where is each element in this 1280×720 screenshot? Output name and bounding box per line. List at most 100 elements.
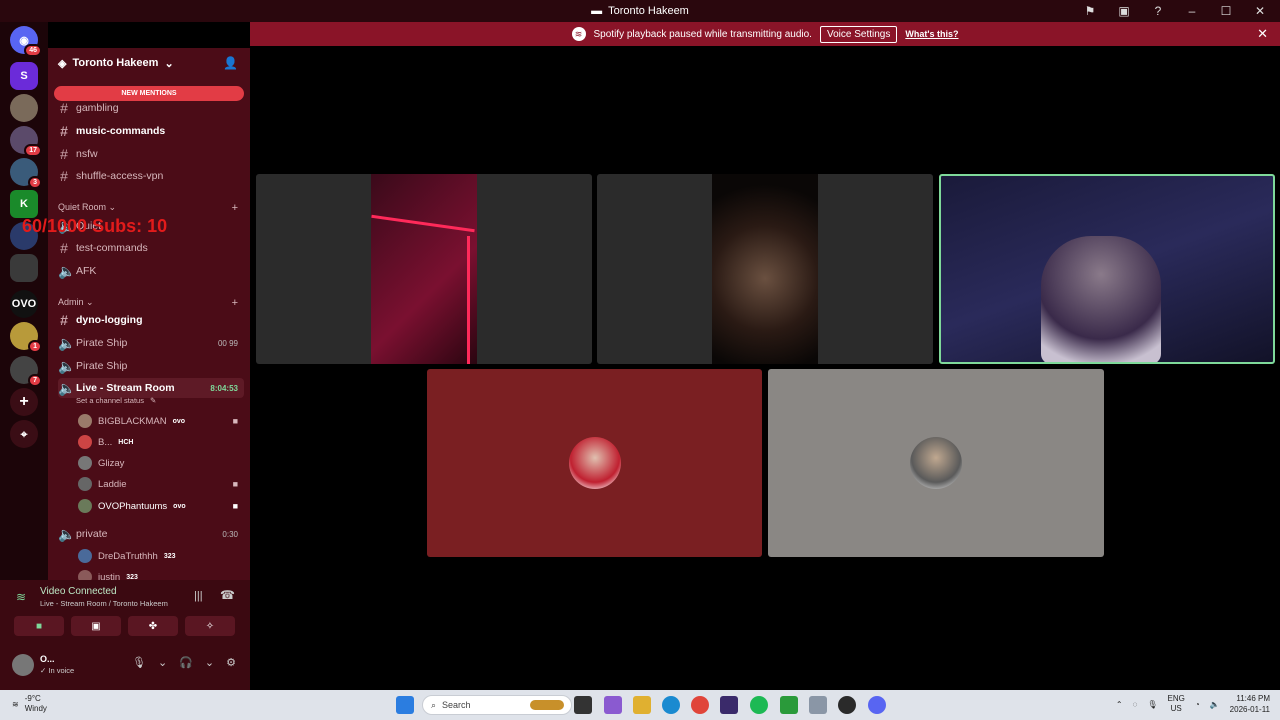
channel-gambling[interactable]: # gambling [58, 98, 244, 118]
clock[interactable]: 11:46 PM 2026-01-11 [1230, 693, 1270, 715]
disconnect-icon[interactable]: ☎ [220, 588, 235, 602]
channel-sidebar: ◈ Toronto Hakeem ⌄ 👤 NEW MENTIONS # gambl… [48, 48, 250, 580]
avatar [78, 456, 92, 470]
server-icon-3[interactable]: 3 [10, 158, 42, 189]
minimize-button[interactable]: – [1184, 4, 1200, 18]
set-channel-status[interactable]: Set a channel status ✎ [76, 393, 250, 407]
server-header[interactable]: ◈ Toronto Hakeem ⌄ 👤 [48, 48, 250, 78]
windows-taskbar: ≋ -9°C Windy ⌕ Search ⌃ ◌ 🎙 ENG US ◔ 🔈 1… [0, 690, 1280, 720]
soundboard-button[interactable]: ✧ [185, 616, 235, 636]
channel-nsfw[interactable]: # nsfw [58, 144, 244, 164]
avatar [910, 437, 962, 489]
direct-messages-icon[interactable]: ◉ 46 [10, 26, 42, 57]
task-view-icon[interactable] [574, 696, 592, 714]
discord-icon[interactable] [868, 696, 886, 714]
headphones-icon[interactable]: 🎧 [179, 656, 193, 669]
network-icon[interactable]: ◌ [1133, 700, 1138, 709]
activities-button[interactable]: ✤ [128, 616, 178, 636]
discover-icon[interactable]: ⌖ [10, 420, 38, 448]
hash-icon: # [60, 123, 68, 139]
avatar [78, 570, 92, 580]
video-feed [1041, 236, 1161, 362]
next-app-icon[interactable] [720, 696, 738, 714]
server-icon-1[interactable] [10, 94, 38, 122]
maximize-button[interactable]: ☐ [1218, 4, 1234, 18]
create-channel-icon[interactable]: + [232, 202, 238, 214]
microphone-icon[interactable]: 🎙 [1147, 700, 1157, 709]
help-icon[interactable]: ? [1150, 4, 1166, 18]
chevron-down-icon[interactable]: ⌄ [205, 656, 214, 669]
obs-icon[interactable] [838, 696, 856, 714]
channel-shuffle-access-vpn[interactable]: # shuffle-access-vpn [58, 166, 244, 186]
screen-share-button[interactable]: ▣ [71, 616, 121, 636]
server-icon-s[interactable]: S [10, 62, 38, 90]
voice-member[interactable]: B... HCH [78, 433, 244, 451]
voice-member[interactable]: OVOPhantuums ovo ■ [78, 497, 244, 515]
search-icon: ⌕ [431, 699, 437, 710]
voice-tile-red[interactable] [427, 369, 762, 557]
server-boost-icon: ◈ [58, 57, 67, 70]
voice-member[interactable]: Glizay [78, 454, 244, 472]
settings-icon[interactable] [809, 696, 827, 714]
category-admin[interactable]: Admin ⌄ + [58, 297, 244, 309]
chrome-icon[interactable] [691, 696, 709, 714]
avatar [568, 437, 621, 489]
voice-tile-gray[interactable] [768, 369, 1104, 557]
wifi-icon[interactable]: ◔ [1195, 700, 1200, 709]
led-strip [371, 214, 475, 233]
volume-icon[interactable]: 🔈 [1210, 700, 1220, 709]
channel-pirate-ship-2[interactable]: 🔈 Pirate Ship [58, 356, 244, 376]
video-tile-1[interactable] [256, 174, 592, 364]
chevron-down-icon[interactable]: ⌄ [158, 656, 167, 669]
noise-suppression-icon[interactable]: ||| [194, 590, 203, 602]
avatar[interactable] [12, 654, 34, 676]
server-icon-7[interactable]: 7 [10, 356, 42, 387]
copilot-icon[interactable] [604, 696, 622, 714]
hash-icon: # [60, 240, 68, 256]
server-icon-kick[interactable]: K [10, 190, 38, 218]
voice-location[interactable]: Live - Stream Room / Toronto Hakeem [40, 599, 168, 608]
inbox-icon[interactable]: ▣ [1116, 4, 1132, 18]
voice-member[interactable]: DreDaTruthhh 323 [78, 547, 244, 565]
close-window-button[interactable]: ✕ [1252, 4, 1268, 18]
chevron-down-icon: ⌄ [164, 57, 174, 70]
channel-private[interactable]: 🔈 private 0:30 [58, 524, 244, 544]
xbox-icon[interactable] [780, 696, 798, 714]
channel-music-commands[interactable]: # music-commands [58, 121, 244, 141]
voice-settings-button[interactable]: Voice Settings [819, 25, 898, 43]
camera-button[interactable]: ■ [14, 616, 64, 636]
signal-icon[interactable]: ≋ [16, 590, 26, 604]
channel-afk[interactable]: 🔈 AFK [58, 261, 244, 281]
file-explorer-icon[interactable] [633, 696, 651, 714]
video-tile-2[interactable] [597, 174, 933, 364]
language-indicator[interactable]: ENG US [1168, 694, 1185, 714]
server-icon-2[interactable]: 17 [10, 126, 42, 157]
spotify-icon[interactable] [750, 696, 768, 714]
channel-test-commands[interactable]: # test-commands [58, 238, 244, 258]
create-channel-icon[interactable]: + [232, 297, 238, 309]
gear-icon[interactable]: ⚙ [226, 656, 236, 669]
category-quiet-room[interactable]: Quiet Room ⌄ + [58, 202, 244, 214]
add-server-icon[interactable]: + [10, 388, 38, 416]
voice-member[interactable]: justin 323 [78, 568, 244, 580]
video-tile-3-speaking[interactable] [939, 174, 1275, 364]
microphone-icon[interactable]: 🎙 [132, 656, 146, 669]
search-highlight-icon [530, 700, 564, 710]
chevron-up-icon[interactable]: ⌃ [1116, 700, 1123, 709]
server-icon-5[interactable] [10, 254, 38, 282]
channel-dyno-logging[interactable]: # dyno-logging [58, 310, 244, 330]
voice-member[interactable]: BIGBLACKMAN ovo ■ [78, 412, 244, 430]
server-icon-ovo[interactable]: OVO [10, 290, 38, 318]
invite-people-icon[interactable]: 👤 [223, 56, 238, 70]
hash-icon: # [60, 312, 68, 328]
whats-this-link[interactable]: What's this? [905, 29, 958, 39]
weather-widget[interactable]: ≋ -9°C Windy [12, 694, 47, 714]
windows-start-icon[interactable] [396, 696, 414, 714]
server-icon-6[interactable]: 1 [10, 322, 42, 353]
username: O... [40, 654, 55, 664]
inbox-flag-icon[interactable]: ⚑ [1082, 4, 1098, 18]
close-icon[interactable]: ✕ [1257, 26, 1268, 42]
voice-member[interactable]: Laddie ■ [78, 475, 244, 493]
edge-icon[interactable] [662, 696, 680, 714]
channel-pirate-ship-1[interactable]: 🔈 Pirate Ship 00 99 [58, 333, 244, 353]
